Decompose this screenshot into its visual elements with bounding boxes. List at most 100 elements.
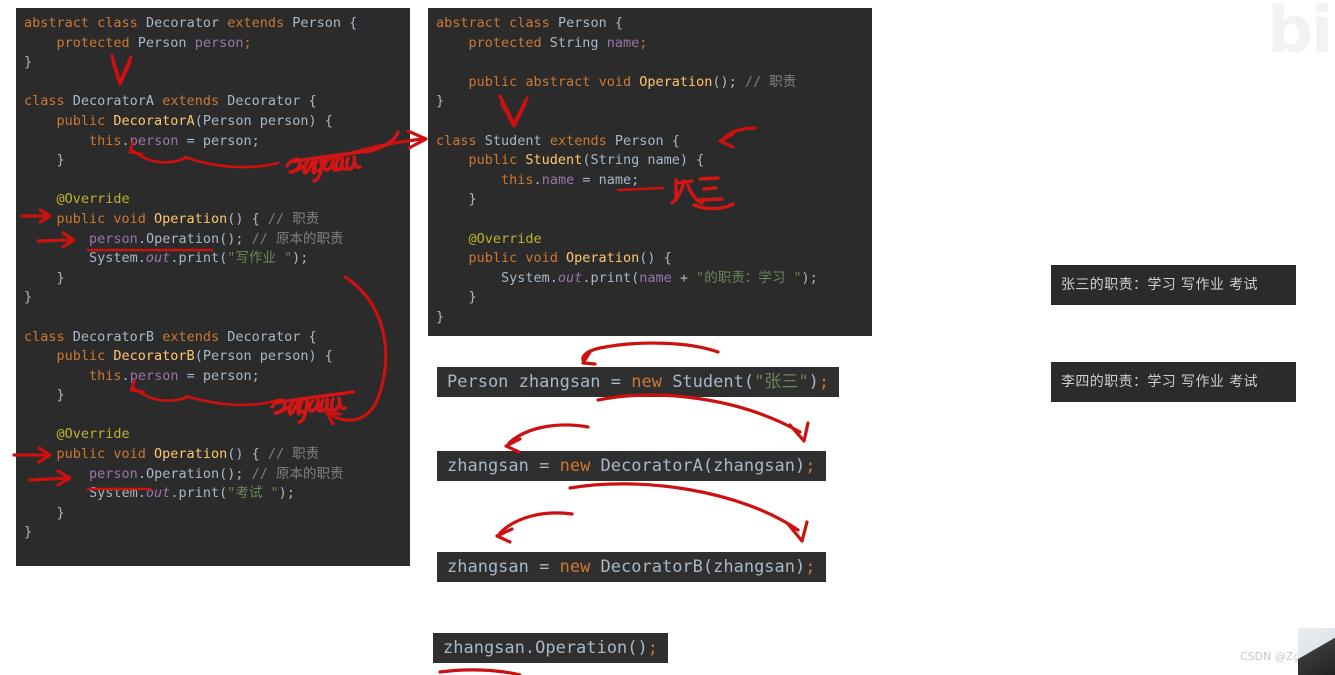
code-token: zhangsan = [447, 557, 560, 577]
code-token: Person { [292, 15, 358, 31]
code-token: extends [162, 93, 228, 110]
code-token: name [639, 269, 672, 286]
code-token: String [549, 34, 607, 51]
code-token: } [436, 93, 445, 110]
code-token: // 原本的职责 [251, 230, 344, 247]
console-output-lisi: 李四的职责：学习 写作业 考试 [1051, 362, 1296, 402]
code-token: void [113, 210, 155, 227]
code-token: Person { [557, 15, 623, 31]
code-token: () { [227, 446, 268, 463]
code-line: person.Operation(); // 原本的职责 [24, 465, 402, 485]
code-token: () { [227, 210, 268, 227]
code-token: DecoratorB [113, 348, 195, 365]
code-token: public [24, 348, 114, 365]
code-token: new [631, 372, 673, 392]
code-token: } [24, 387, 65, 404]
code-line: } [436, 92, 864, 112]
arrow-bottom-partial [438, 668, 522, 675]
code-token: ); [801, 269, 818, 286]
code-token: class [509, 15, 558, 31]
code-panel-decorators: abstract class Decorator extends Person … [16, 8, 410, 566]
slide-canvas: abstract class Decorator extends Person … [0, 0, 1335, 675]
code-token: public [436, 73, 526, 90]
code-token: Person { [614, 132, 680, 149]
code-token: abstract [24, 15, 98, 31]
code-token: .print( [170, 485, 228, 502]
stmt-new-student: Person zhangsan = new Student("张三"); [437, 367, 840, 397]
code-token: DecoratorB(zhangsan) [600, 557, 806, 577]
code-token: public [436, 250, 526, 267]
code-token: zhangsan = [447, 456, 560, 476]
code-line: } [436, 288, 864, 308]
code-line: public void Operation() { // 职责 [24, 445, 402, 465]
code-panel-person-student: abstract class Person { protected String… [428, 8, 872, 336]
code-line: public abstract void Operation(); // 职责 [436, 73, 864, 93]
code-line: public DecoratorB(Person person) { [24, 347, 402, 367]
code-token: Operation [154, 446, 228, 463]
code-token: out [145, 485, 171, 502]
code-line: @Override [436, 230, 864, 250]
code-token: this [436, 171, 534, 188]
code-line: this.name = name; [436, 171, 864, 191]
code-line: class DecoratorB extends Decorator { [24, 328, 402, 348]
code-token: this [24, 132, 122, 149]
code-token: extends [227, 15, 293, 31]
code-token: .Operation(); [137, 230, 252, 247]
code-token: // 职责 [267, 446, 320, 463]
code-token: } [436, 289, 477, 306]
arrow-stmt2-to-decoratorB-left [495, 511, 574, 544]
code-token: Operation [154, 210, 228, 227]
code-token: "写作业 " [227, 250, 293, 267]
code-token: public [24, 210, 114, 227]
code-line: abstract class Decorator extends Person … [24, 14, 402, 34]
code-token: } [24, 524, 33, 541]
code-line: protected Person person; [24, 34, 402, 54]
code-line: } [24, 523, 402, 543]
code-line: this.person = person; [24, 132, 402, 152]
code-token: // 职责 [267, 210, 320, 227]
code-token: ; [639, 34, 648, 51]
code-token: protected [24, 34, 138, 51]
code-token: out [557, 269, 583, 286]
code-token: extends [162, 328, 228, 345]
code-token: ) [808, 372, 819, 392]
code-token: Person zhangsan = [447, 372, 632, 392]
code-line: @Override [24, 190, 402, 210]
code-token: void [113, 446, 155, 463]
code-line: } [24, 53, 402, 73]
code-token: name [541, 171, 575, 188]
code-token: .print( [170, 250, 228, 267]
code-line: @Override [24, 425, 402, 445]
code-token: } [24, 54, 33, 71]
code-token: System. [24, 250, 146, 267]
code-token: this [24, 367, 122, 384]
code-line: System.out.print("写作业 "); [24, 249, 402, 269]
code-token: Decorator { [227, 328, 317, 345]
code-line: } [436, 308, 864, 328]
code-line: person.Operation(); // 原本的职责 [24, 230, 402, 250]
code-token: Operation [639, 73, 713, 90]
code-token: Student [525, 152, 583, 169]
code-token: Decorator { [227, 93, 317, 110]
code-token: @Override [436, 230, 542, 247]
code-token: (String name) { [582, 152, 705, 169]
stmt-wrap-decorator-a: zhangsan = new DecoratorA(zhangsan); [437, 451, 826, 481]
code-line: } [24, 151, 402, 171]
code-token: protected [436, 34, 550, 51]
code-line: System.out.print(name + "的职责：学习 "); [436, 269, 864, 289]
code-token: "考试 " [227, 485, 279, 502]
code-token: = person; [178, 132, 260, 149]
code-token: } [24, 504, 65, 521]
code-token: Student( [672, 372, 755, 392]
code-token: ); [292, 250, 309, 267]
code-token: void [598, 73, 640, 90]
code-token: . [533, 171, 542, 188]
code-token: abstract [436, 15, 510, 31]
arrow-into-stmt-new-student [581, 341, 720, 366]
